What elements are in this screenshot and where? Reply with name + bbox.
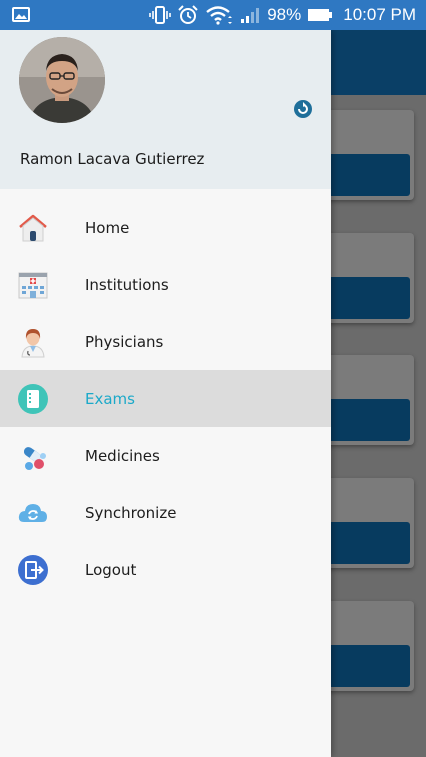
screen: 98% 10:07 PM Ramon Lacava Gutierrez Home… — [0, 0, 426, 757]
menu-label-home: Home — [85, 218, 130, 237]
cloud-sync-icon — [18, 504, 47, 522]
background-card — [318, 478, 414, 568]
menu-label-medicines: Medicines — [85, 446, 160, 465]
drawer-header: Ramon Lacava Gutierrez — [0, 30, 331, 189]
menu-label-exams: Exams — [85, 389, 135, 408]
menu-item-logout[interactable]: Logout — [0, 541, 331, 598]
logout-icon — [18, 555, 48, 585]
background-card — [318, 233, 414, 323]
clock-time: 10:07 PM — [343, 5, 416, 24]
battery-percent: 98% — [267, 5, 302, 24]
background-card — [318, 601, 414, 691]
user-photo-icon — [19, 37, 105, 123]
home-icon — [19, 214, 47, 242]
battery-icon — [308, 9, 333, 21]
wifi-icon — [206, 6, 233, 25]
menu-label-logout: Logout — [85, 560, 137, 579]
drawer-menu: Home Institutions Physicians Exams Medic… — [0, 199, 331, 598]
exam-icon — [18, 384, 48, 414]
signal-icon — [241, 8, 260, 23]
doctor-icon — [21, 329, 45, 358]
gallery-notification-icon — [12, 7, 30, 22]
status-bar: 98% 10:07 PM — [0, 0, 426, 30]
menu-item-medicines[interactable]: Medicines — [0, 427, 331, 484]
pills-icon — [23, 447, 46, 470]
menu-item-institutions[interactable]: Institutions — [0, 256, 331, 313]
hospital-icon — [18, 272, 48, 299]
menu-item-home[interactable]: Home — [0, 199, 331, 256]
user-name: Ramon Lacava Gutierrez — [20, 150, 205, 168]
menu-label-synchronize: Synchronize — [85, 503, 177, 522]
navigation-drawer: Ramon Lacava Gutierrez Home Institutions… — [0, 30, 331, 757]
vibrate-icon — [149, 6, 172, 24]
menu-item-exams[interactable]: Exams — [0, 370, 331, 427]
background-card — [318, 355, 414, 445]
refresh-icon[interactable] — [293, 99, 313, 119]
background-card — [318, 110, 414, 200]
alarm-icon — [178, 5, 198, 24]
menu-label-institutions: Institutions — [85, 275, 169, 294]
menu-item-synchronize[interactable]: Synchronize — [0, 484, 331, 541]
menu-label-physicians: Physicians — [85, 332, 164, 351]
avatar[interactable] — [19, 37, 105, 123]
menu-item-physicians[interactable]: Physicians — [0, 313, 331, 370]
